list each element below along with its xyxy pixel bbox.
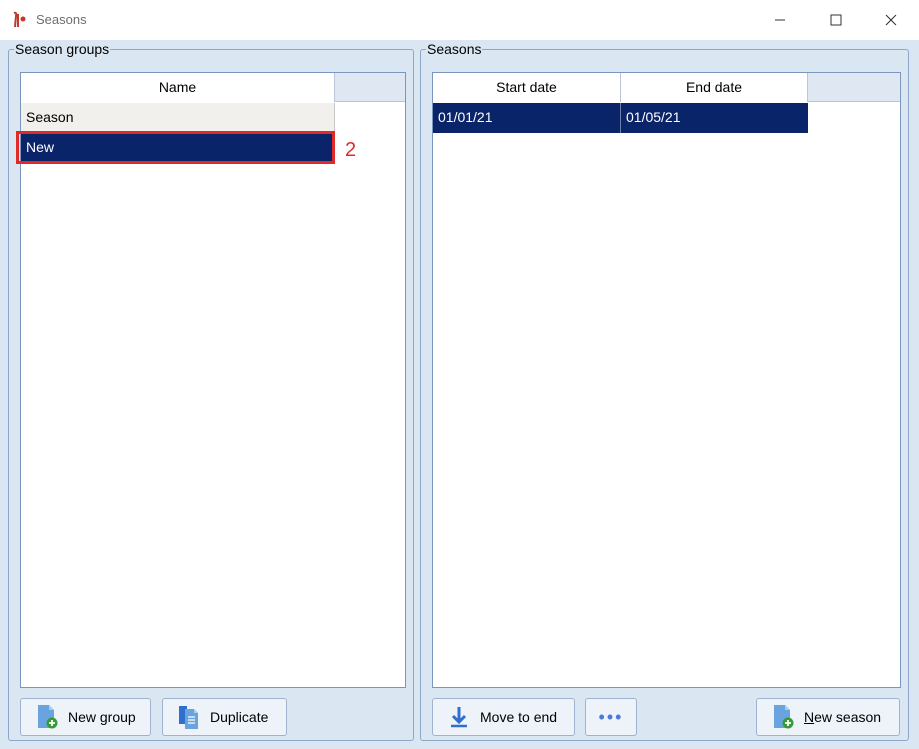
more-dots-icon: ••• [598, 707, 624, 727]
more-button[interactable]: ••• [585, 698, 637, 736]
column-header-name[interactable]: Name [21, 73, 335, 102]
move-to-end-button[interactable]: Move to end [432, 698, 575, 736]
mnemonic-letter: N [804, 709, 815, 725]
new-group-button[interactable]: New group [20, 698, 151, 736]
season-groups-table[interactable]: Name Season New [20, 72, 406, 688]
minimize-button[interactable] [757, 0, 803, 40]
duplicate-label: Duplicate [210, 709, 269, 725]
header-filler [808, 73, 900, 101]
annotation-number: 2 [345, 139, 357, 161]
header-filler [335, 73, 405, 101]
table-row[interactable]: Season [21, 103, 335, 133]
new-season-button[interactable]: New season [756, 698, 900, 736]
maximize-button[interactable] [813, 0, 859, 40]
seasons-table[interactable]: Start date End date 01/01/21 01/05/21 [432, 72, 901, 688]
table-header: Start date End date [433, 73, 900, 102]
season-groups-legend: Season groups [14, 40, 111, 58]
maximize-icon [830, 14, 842, 26]
new-document-plus-icon [35, 703, 59, 731]
row-name: New [26, 139, 55, 155]
new-document-plus-icon [771, 703, 795, 731]
seasons-legend: Seasons [426, 40, 483, 58]
column-header-end-date[interactable]: End date [621, 73, 808, 102]
end-date-cell: 01/05/21 [626, 109, 681, 125]
close-icon [885, 14, 897, 26]
arrow-down-to-line-icon [447, 703, 471, 731]
table-header: Name [21, 73, 405, 102]
minimize-icon [775, 19, 785, 21]
start-date-cell: 01/01/21 [433, 103, 621, 133]
table-row-selected[interactable]: New [21, 133, 335, 163]
new-season-label: New season [804, 709, 881, 725]
row-name: Season [26, 109, 74, 125]
window-title: Seasons [36, 12, 87, 27]
client-area: Season groups Name Season New New group … [0, 40, 919, 749]
title-bar: Seasons [0, 0, 919, 40]
app-logo-icon [11, 11, 27, 29]
move-to-end-label: Move to end [480, 709, 558, 725]
table-row-selected[interactable]: 01/01/21 01/05/21 [433, 103, 808, 133]
seasons-panel: Seasons Start date End date 01/01/21 01/… [420, 40, 909, 741]
column-header-start-date[interactable]: Start date [433, 73, 621, 102]
new-season-label-rest: ew season [814, 709, 882, 725]
duplicate-documents-icon [177, 703, 201, 731]
new-group-label: New group [68, 709, 136, 725]
close-button[interactable] [868, 0, 914, 40]
duplicate-button[interactable]: Duplicate [162, 698, 287, 736]
